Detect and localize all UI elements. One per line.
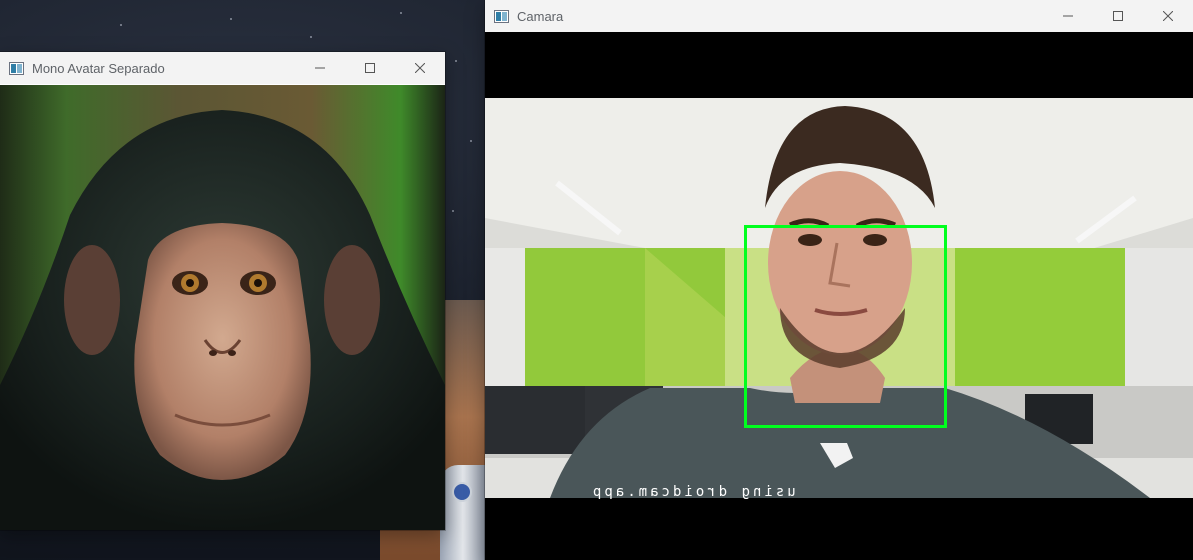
app-window-icon <box>9 61 24 75</box>
minimize-icon <box>1063 15 1073 17</box>
maximize-button[interactable] <box>1093 0 1143 32</box>
face-detection-box <box>744 225 947 428</box>
droidcam-overlay-text: using droidcam.app <box>590 484 796 500</box>
camera-window-title: Camara <box>517 8 564 24</box>
star <box>230 18 232 20</box>
maximize-button[interactable] <box>345 52 395 84</box>
maximize-icon <box>365 63 375 73</box>
close-button[interactable] <box>395 52 445 84</box>
camera-video-frame <box>485 98 1193 498</box>
app-window-icon <box>494 9 509 23</box>
close-icon <box>1163 11 1173 21</box>
star <box>452 210 454 212</box>
avatar-window[interactable]: Mono Avatar Separado <box>0 52 445 530</box>
robot-wallpaper <box>440 465 486 560</box>
camera-window[interactable]: Camara using droidcam.app <box>485 0 1193 560</box>
minimize-button[interactable] <box>1043 0 1093 32</box>
minimize-icon <box>315 67 325 69</box>
minimize-button[interactable] <box>295 52 345 84</box>
close-button[interactable] <box>1143 0 1193 32</box>
star <box>400 12 402 14</box>
star <box>470 140 472 142</box>
camera-feed: using droidcam.app <box>485 32 1193 560</box>
avatar-canvas <box>0 85 445 530</box>
close-icon <box>415 63 425 73</box>
camera-titlebar[interactable]: Camara <box>485 0 1193 32</box>
star <box>120 24 122 26</box>
star <box>310 36 312 38</box>
avatar-titlebar[interactable]: Mono Avatar Separado <box>0 52 445 84</box>
robot-eye <box>452 482 472 502</box>
avatar-window-title: Mono Avatar Separado <box>32 60 165 76</box>
maximize-icon <box>1113 11 1123 21</box>
chimp-avatar-image <box>0 85 445 530</box>
star <box>455 60 457 62</box>
